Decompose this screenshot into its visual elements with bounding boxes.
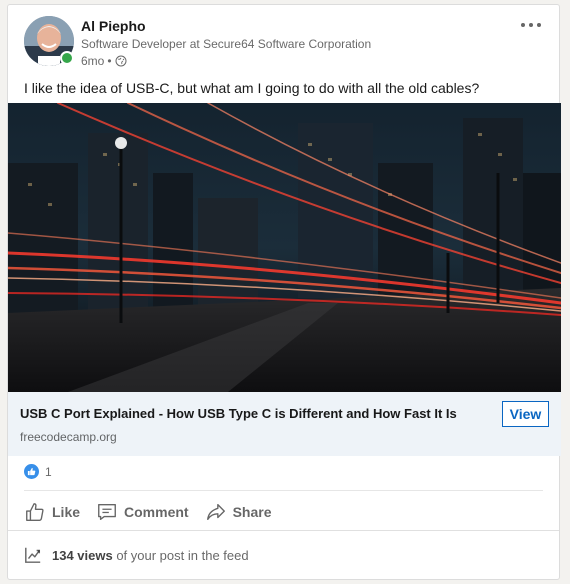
comment-button[interactable]: Comment <box>88 495 197 529</box>
more-horizontal-icon <box>521 23 525 27</box>
like-reaction-icon <box>24 464 39 479</box>
author-headline: Software Developer at Secure64 Software … <box>81 37 372 51</box>
post-text: I like the idea of USB-C, but what am I … <box>24 80 480 96</box>
post-analytics-link[interactable]: 134 views of your post in the feed <box>24 546 249 564</box>
share-arrow-icon <box>206 503 225 521</box>
views-suffix: of your post in the feed <box>112 547 249 563</box>
article-photo <box>8 103 561 392</box>
reactions-summary[interactable]: 1 <box>24 464 52 479</box>
social-actions-bar: Like Comment Share <box>16 495 280 529</box>
post-time: 6mo <box>81 54 105 68</box>
more-options-button[interactable] <box>519 15 543 35</box>
trending-chart-icon <box>25 547 41 563</box>
thumbs-up-icon <box>26 503 44 521</box>
comment-icon <box>98 503 116 521</box>
view-article-button[interactable]: View <box>502 401 549 427</box>
divider <box>8 530 559 531</box>
post-meta: 6mo • <box>81 54 127 68</box>
comment-label: Comment <box>124 504 189 520</box>
like-button[interactable]: Like <box>16 495 88 529</box>
article-title[interactable]: USB C Port Explained - How USB Type C is… <box>20 406 457 421</box>
like-label: Like <box>52 504 81 520</box>
views-count: 134 views <box>52 547 113 563</box>
online-status-indicator <box>60 51 74 65</box>
views-text: 134 views of your post in the feed <box>52 548 249 563</box>
divider <box>24 490 543 491</box>
meta-separator: • <box>107 54 112 68</box>
article-meta[interactable]: USB C Port Explained - How USB Type C is… <box>8 392 561 456</box>
article-image[interactable] <box>8 103 561 392</box>
share-button[interactable]: Share <box>197 495 280 529</box>
share-label: Share <box>232 504 272 520</box>
article-source: freecodecamp.org <box>20 430 117 444</box>
reaction-count: 1 <box>45 464 52 479</box>
author-name[interactable]: Al Piepho <box>81 18 146 34</box>
feed-post-card: Al Piepho Software Developer at Secure64… <box>7 4 561 580</box>
globe-icon <box>115 55 127 67</box>
